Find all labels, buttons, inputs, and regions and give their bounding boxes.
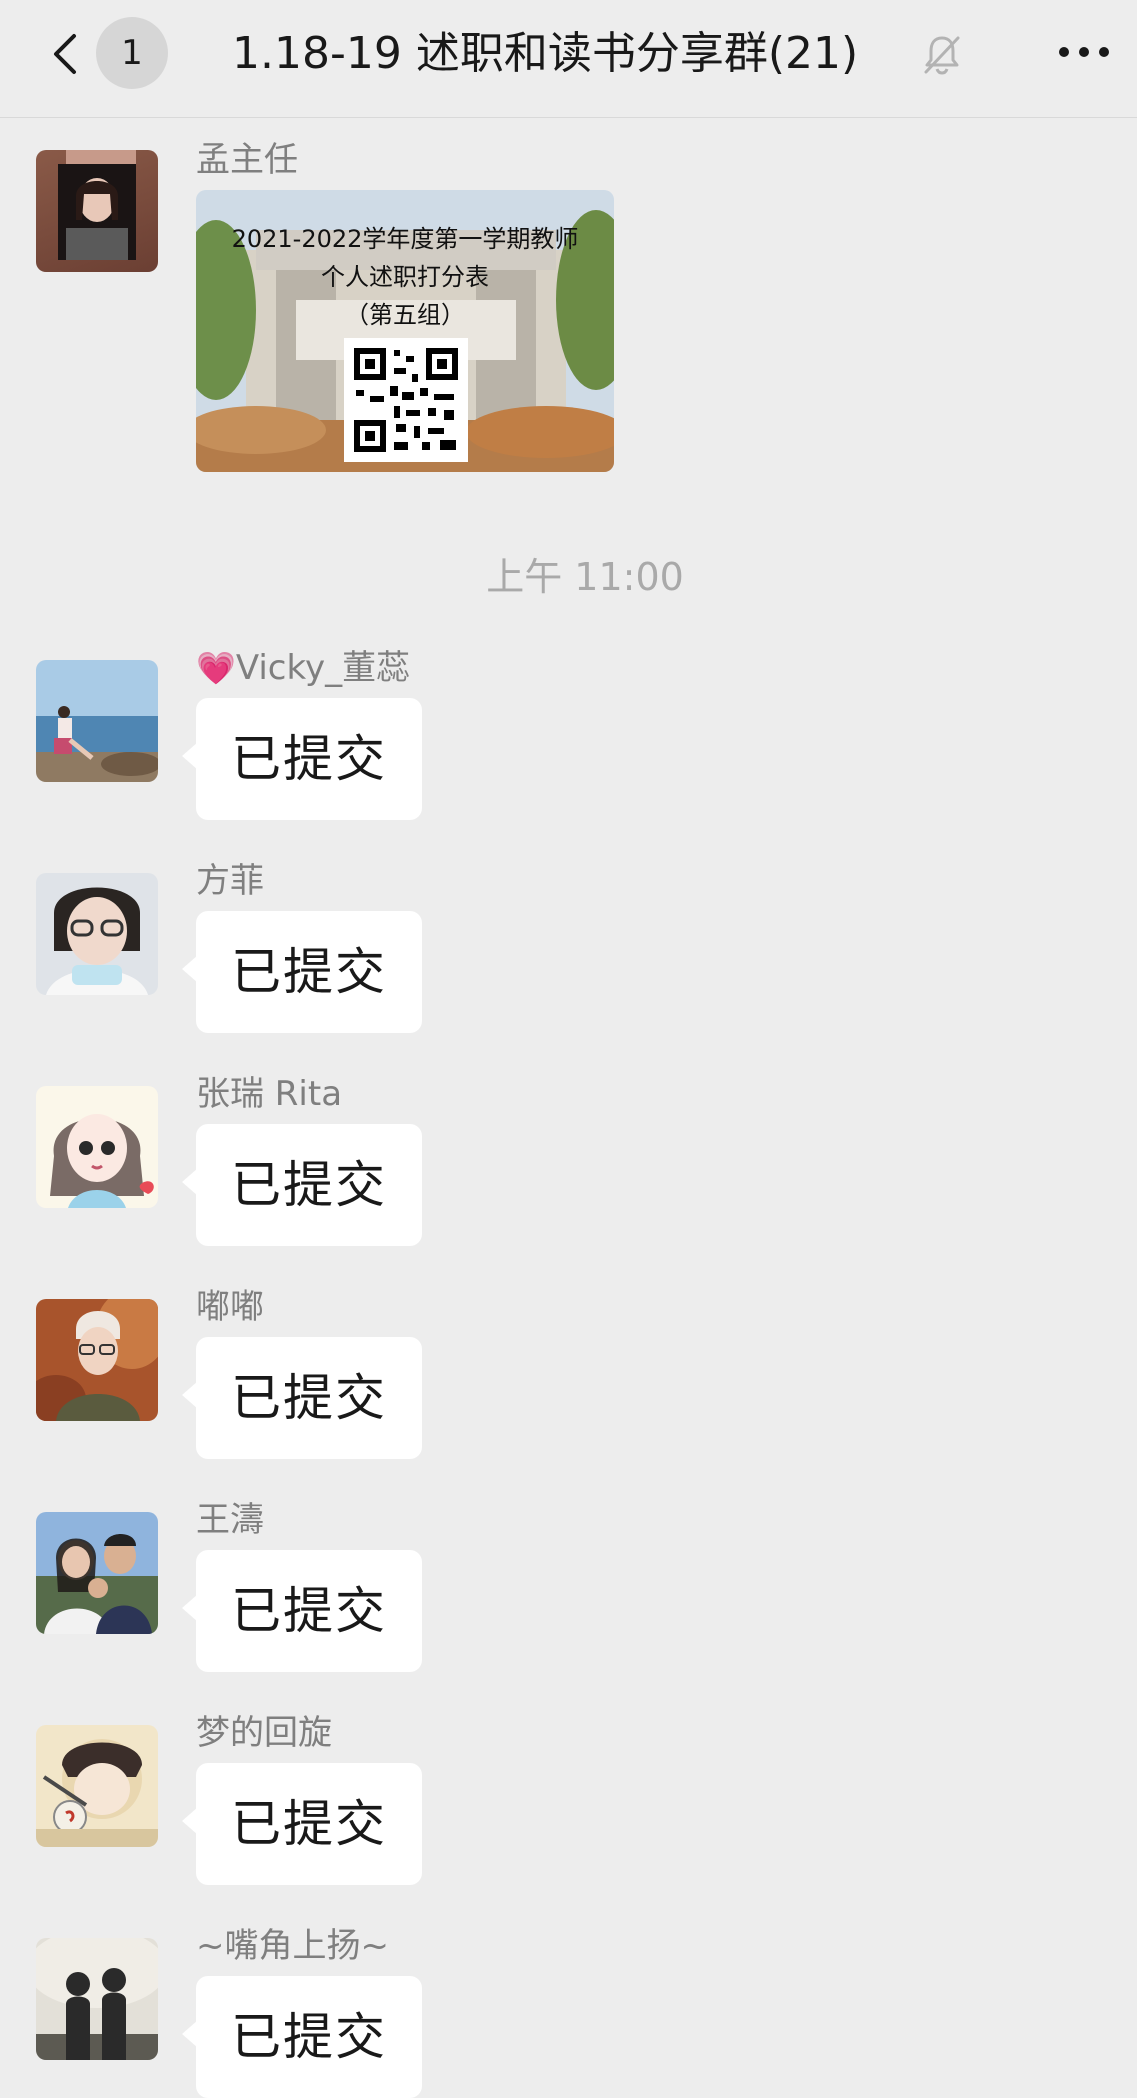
sender-name: 嘟嘟 [196,1287,264,1327]
card-text-line: 2021-2022学年度第一学期教师 [231,225,579,253]
chat-title: 1.18-19 述职和读书分享群(21) [232,28,859,79]
avatar[interactable] [36,1512,158,1634]
sender-name-text: Vicky_董蕊 [235,648,411,688]
avatar[interactable] [36,1299,158,1421]
card-text-line: （第五组） [345,301,465,329]
image-message-card[interactable]: 2021-2022学年度第一学期教师 个人述职打分表 （第五组） [196,190,614,472]
qr-code-icon [344,338,468,462]
sender-name: 梦的回旋 [196,1713,332,1753]
message-bubble[interactable]: 已提交 [182,1763,422,1885]
avatar[interactable] [36,1725,158,1847]
message-bubble[interactable]: 已提交 [182,1337,422,1459]
sender-name: 王濤 [196,1500,264,1540]
unread-count-badge[interactable]: 1 [96,17,168,89]
avatar[interactable] [36,1938,158,2060]
message-bubble[interactable]: 已提交 [182,698,422,820]
sender-name: 方菲 [196,861,264,901]
sender-name: 孟主任 [196,140,298,180]
time-divider: 上午 11:00 [486,555,684,599]
message-bubble[interactable]: 已提交 [182,1550,422,1672]
card-text-line: 个人述职打分表 [321,263,489,291]
heart-icon: 💗 [196,649,236,687]
avatar[interactable] [36,660,158,782]
sender-name: 张瑞 Rita [196,1074,343,1114]
more-dots-icon[interactable] [1056,40,1112,64]
avatar[interactable] [36,150,158,272]
chat-header: 1 1.18-19 述职和读书分享群(21) [0,0,1137,118]
chevron-left-icon[interactable] [44,32,88,76]
bell-off-icon [924,36,960,75]
sender-name: 💗Vicky_董蕊 [196,646,410,690]
message-bubble[interactable]: 已提交 [182,1124,422,1246]
avatar[interactable] [36,1086,158,1208]
message-bubble[interactable]: 已提交 [182,911,422,1033]
sender-name: ~嘴角上扬~ [196,1926,389,1966]
avatar[interactable] [36,873,158,995]
